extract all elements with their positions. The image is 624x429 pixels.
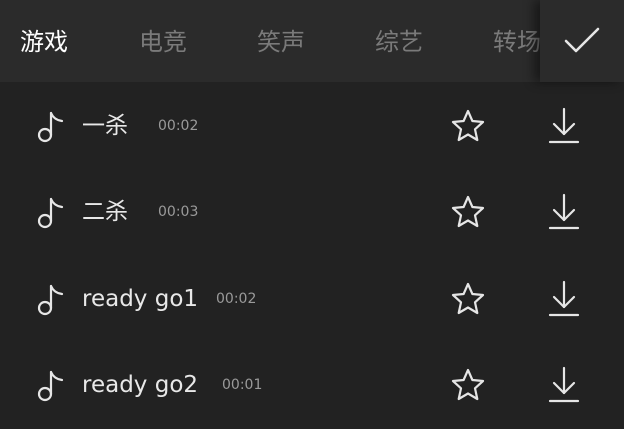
sound-list-item[interactable]: 一杀 00:02	[0, 84, 624, 170]
tab-esports[interactable]: 电竞	[139, 22, 187, 62]
sound-duration: 00:02	[158, 118, 199, 134]
sound-name: ready go2	[82, 372, 199, 398]
tab-laughter[interactable]: 笑声	[257, 22, 305, 62]
download-icon[interactable]	[546, 279, 582, 319]
tab-games[interactable]: 游戏	[20, 22, 68, 62]
tab-transition[interactable]: 转场	[493, 22, 541, 62]
sound-duration: 00:03	[158, 204, 199, 220]
star-icon[interactable]	[450, 367, 486, 403]
star-icon[interactable]	[450, 194, 486, 230]
sound-list-item[interactable]: 二杀 00:03	[0, 170, 624, 256]
sound-duration: 00:02	[216, 291, 257, 307]
checkmark-icon	[564, 27, 600, 53]
sound-name: ready go1	[82, 286, 199, 312]
download-icon[interactable]	[546, 192, 582, 232]
music-note-icon	[37, 284, 64, 316]
star-icon[interactable]	[450, 281, 486, 317]
sound-duration: 00:01	[222, 377, 263, 393]
tab-variety[interactable]: 综艺	[375, 22, 423, 62]
category-tab-bar: 游戏 电竞 笑声 综艺 转场	[0, 0, 624, 82]
download-icon[interactable]	[546, 365, 582, 405]
sound-list-item[interactable]: ready go1 00:02	[0, 257, 624, 343]
music-note-icon	[37, 111, 64, 143]
music-note-icon	[37, 197, 64, 229]
confirm-button[interactable]	[540, 0, 624, 82]
sound-list-item[interactable]: ready go2 00:01	[0, 343, 624, 429]
star-icon[interactable]	[450, 108, 486, 144]
sound-name: 二杀	[82, 199, 128, 225]
music-note-icon	[37, 370, 64, 402]
download-icon[interactable]	[546, 106, 582, 146]
sound-name: 一杀	[82, 113, 128, 139]
